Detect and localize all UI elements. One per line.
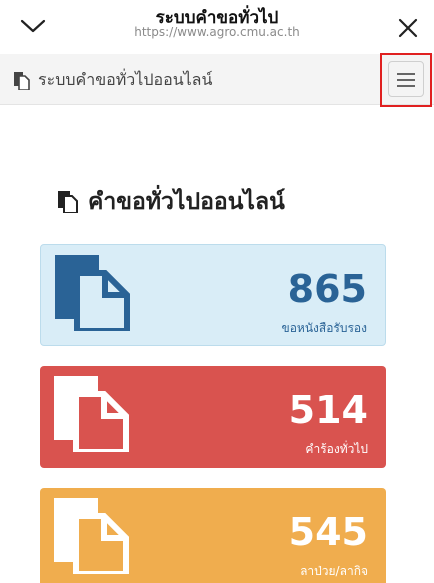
navbar-brand[interactable]: ระบบคำขอทั่วไปออนไลน์: [14, 68, 212, 93]
card-label: ขอหนังสือรับรอง: [281, 321, 368, 335]
stat-card-leave[interactable]: 545 ลาป่วย/ลากิจ: [40, 488, 386, 583]
browser-topbar: ระบบคำขอทั่วไป https://www.agro.cmu.ac.t…: [0, 0, 434, 48]
close-icon[interactable]: [396, 16, 420, 40]
document-copy-icon: [54, 376, 129, 452]
stat-card-certificate[interactable]: 865 ขอหนังสือรับรอง: [40, 244, 386, 346]
card-value: 545: [288, 510, 368, 554]
menu-highlight-box: [380, 53, 432, 107]
site-navbar: ระบบคำขอทั่วไปออนไลน์: [0, 54, 434, 105]
document-copy-icon: [54, 498, 129, 574]
stat-card-general-request[interactable]: 514 คำร้องทั่วไป: [40, 366, 386, 468]
browser-url: https://www.agro.cmu.ac.th: [134, 25, 300, 39]
section-title: คำขอทั่วไปออนไลน์: [58, 184, 285, 220]
document-copy-icon: [58, 191, 78, 213]
document-copy-icon: [55, 255, 130, 331]
card-label: ลาป่วย/ลากิจ: [300, 564, 368, 578]
navbar-brand-label: ระบบคำขอทั่วไปออนไลน์: [38, 70, 213, 89]
card-value: 514: [288, 388, 368, 432]
card-label: คำร้องทั่วไป: [305, 442, 368, 456]
section-title-label: คำขอทั่วไปออนไลน์: [88, 189, 285, 215]
card-value: 865: [287, 267, 367, 311]
document-copy-icon: [14, 71, 30, 90]
